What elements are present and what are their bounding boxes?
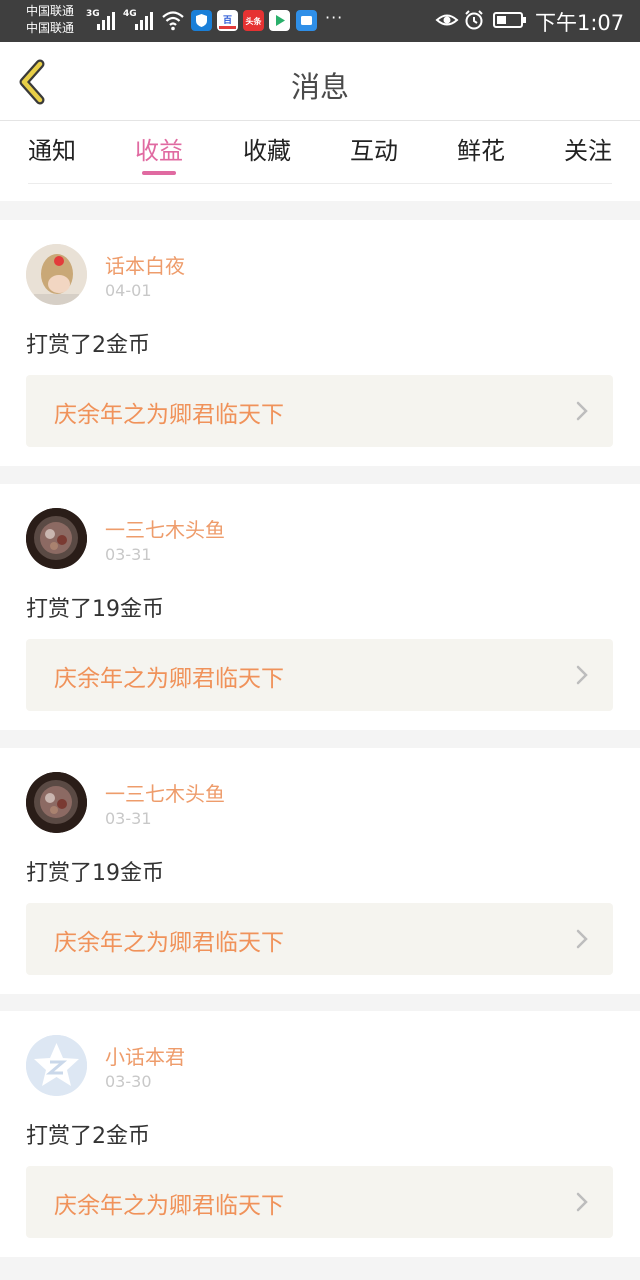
avatar[interactable] <box>26 244 87 305</box>
more-icon: ··· <box>325 8 344 27</box>
tab-interactions[interactable]: 互动 <box>339 131 409 166</box>
tab-following[interactable]: 关注 <box>553 131 623 166</box>
avatar[interactable] <box>26 508 87 569</box>
reward-message: 打赏了2金币 <box>26 333 150 358</box>
toutiao-app-icon: 头条 <box>243 10 264 31</box>
baidu-app-icon: 百 <box>217 10 238 31</box>
list-item: 一三七木头鱼 03-31 打赏了19金币 庆余年之为卿君临天下 <box>0 484 640 730</box>
date: 03-30 <box>105 1072 152 1091</box>
tab-flowers[interactable]: 鲜花 <box>446 131 516 166</box>
carrier-labels: 中国联通 中国联通 <box>26 3 74 37</box>
book-title: 庆余年之为卿君临天下 <box>54 666 284 692</box>
date: 03-31 <box>105 809 152 828</box>
carrier-2: 中国联通 <box>26 21 75 35</box>
chevron-right-icon <box>576 401 588 421</box>
battery-icon <box>493 12 526 28</box>
book-link[interactable]: 庆余年之为卿君临天下 <box>26 375 613 447</box>
username[interactable]: 一三七木头鱼 <box>105 514 225 543</box>
active-tab-indicator <box>142 171 176 175</box>
battery-level <box>497 16 506 24</box>
book-title: 庆余年之为卿君临天下 <box>54 930 284 956</box>
chevron-right-icon <box>576 929 588 949</box>
signal-icon-2 <box>135 8 153 30</box>
reward-message: 打赏了2金币 <box>26 1124 150 1149</box>
svg-text:头条: 头条 <box>246 16 263 26</box>
list-item: 小话本君 03-30 打赏了2金币 庆余年之为卿君临天下 <box>0 1011 640 1257</box>
list-item: 话本白夜 04-01 打赏了2金币 庆余年之为卿君临天下 <box>0 220 640 466</box>
book-link[interactable]: 庆余年之为卿君临天下 <box>26 639 613 711</box>
book-title: 庆余年之为卿君临天下 <box>54 402 284 428</box>
book-title: 庆余年之为卿君临天下 <box>54 1193 284 1219</box>
reward-message: 打赏了19金币 <box>26 861 164 886</box>
signal-icon <box>97 8 115 30</box>
header: 消息 <box>0 42 640 121</box>
svg-text:百: 百 <box>223 15 232 26</box>
eye-icon <box>435 14 459 26</box>
alarm-icon <box>465 10 483 30</box>
username[interactable]: 话本白夜 <box>105 250 185 279</box>
book-link[interactable]: 庆余年之为卿君临天下 <box>26 1166 613 1238</box>
username[interactable]: 一三七木头鱼 <box>105 778 225 807</box>
page-title: 消息 <box>290 70 349 104</box>
date: 04-01 <box>105 281 152 300</box>
video-app-icon <box>269 10 290 31</box>
wallet-app-icon <box>296 10 317 31</box>
carrier-1: 中国联通 <box>26 4 75 18</box>
tab-notifications[interactable]: 通知 <box>17 131 87 166</box>
wifi-icon <box>162 11 184 31</box>
date: 03-31 <box>105 545 152 564</box>
tab-favorites[interactable]: 收藏 <box>232 131 302 166</box>
book-link[interactable]: 庆余年之为卿君临天下 <box>26 903 613 975</box>
shield-app-icon <box>191 10 212 31</box>
avatar[interactable] <box>26 1035 87 1096</box>
clock: 下午1:07 <box>535 11 625 35</box>
tab-bar: 通知 收益 收藏 互动 鲜花 关注 <box>0 121 640 201</box>
status-bar: 中国联通 中国联通 3G 4G 百 头条 ··· 下午1:07 <box>0 0 640 42</box>
username[interactable]: 小话本君 <box>105 1041 185 1070</box>
tab-earnings[interactable]: 收益 <box>124 131 194 166</box>
avatar[interactable] <box>26 772 87 833</box>
chevron-right-icon <box>576 665 588 685</box>
divider <box>28 183 612 184</box>
reward-message: 打赏了19金币 <box>26 597 164 622</box>
chevron-right-icon <box>576 1192 588 1212</box>
list-item: 一三七木头鱼 03-31 打赏了19金币 庆余年之为卿君临天下 <box>0 748 640 994</box>
